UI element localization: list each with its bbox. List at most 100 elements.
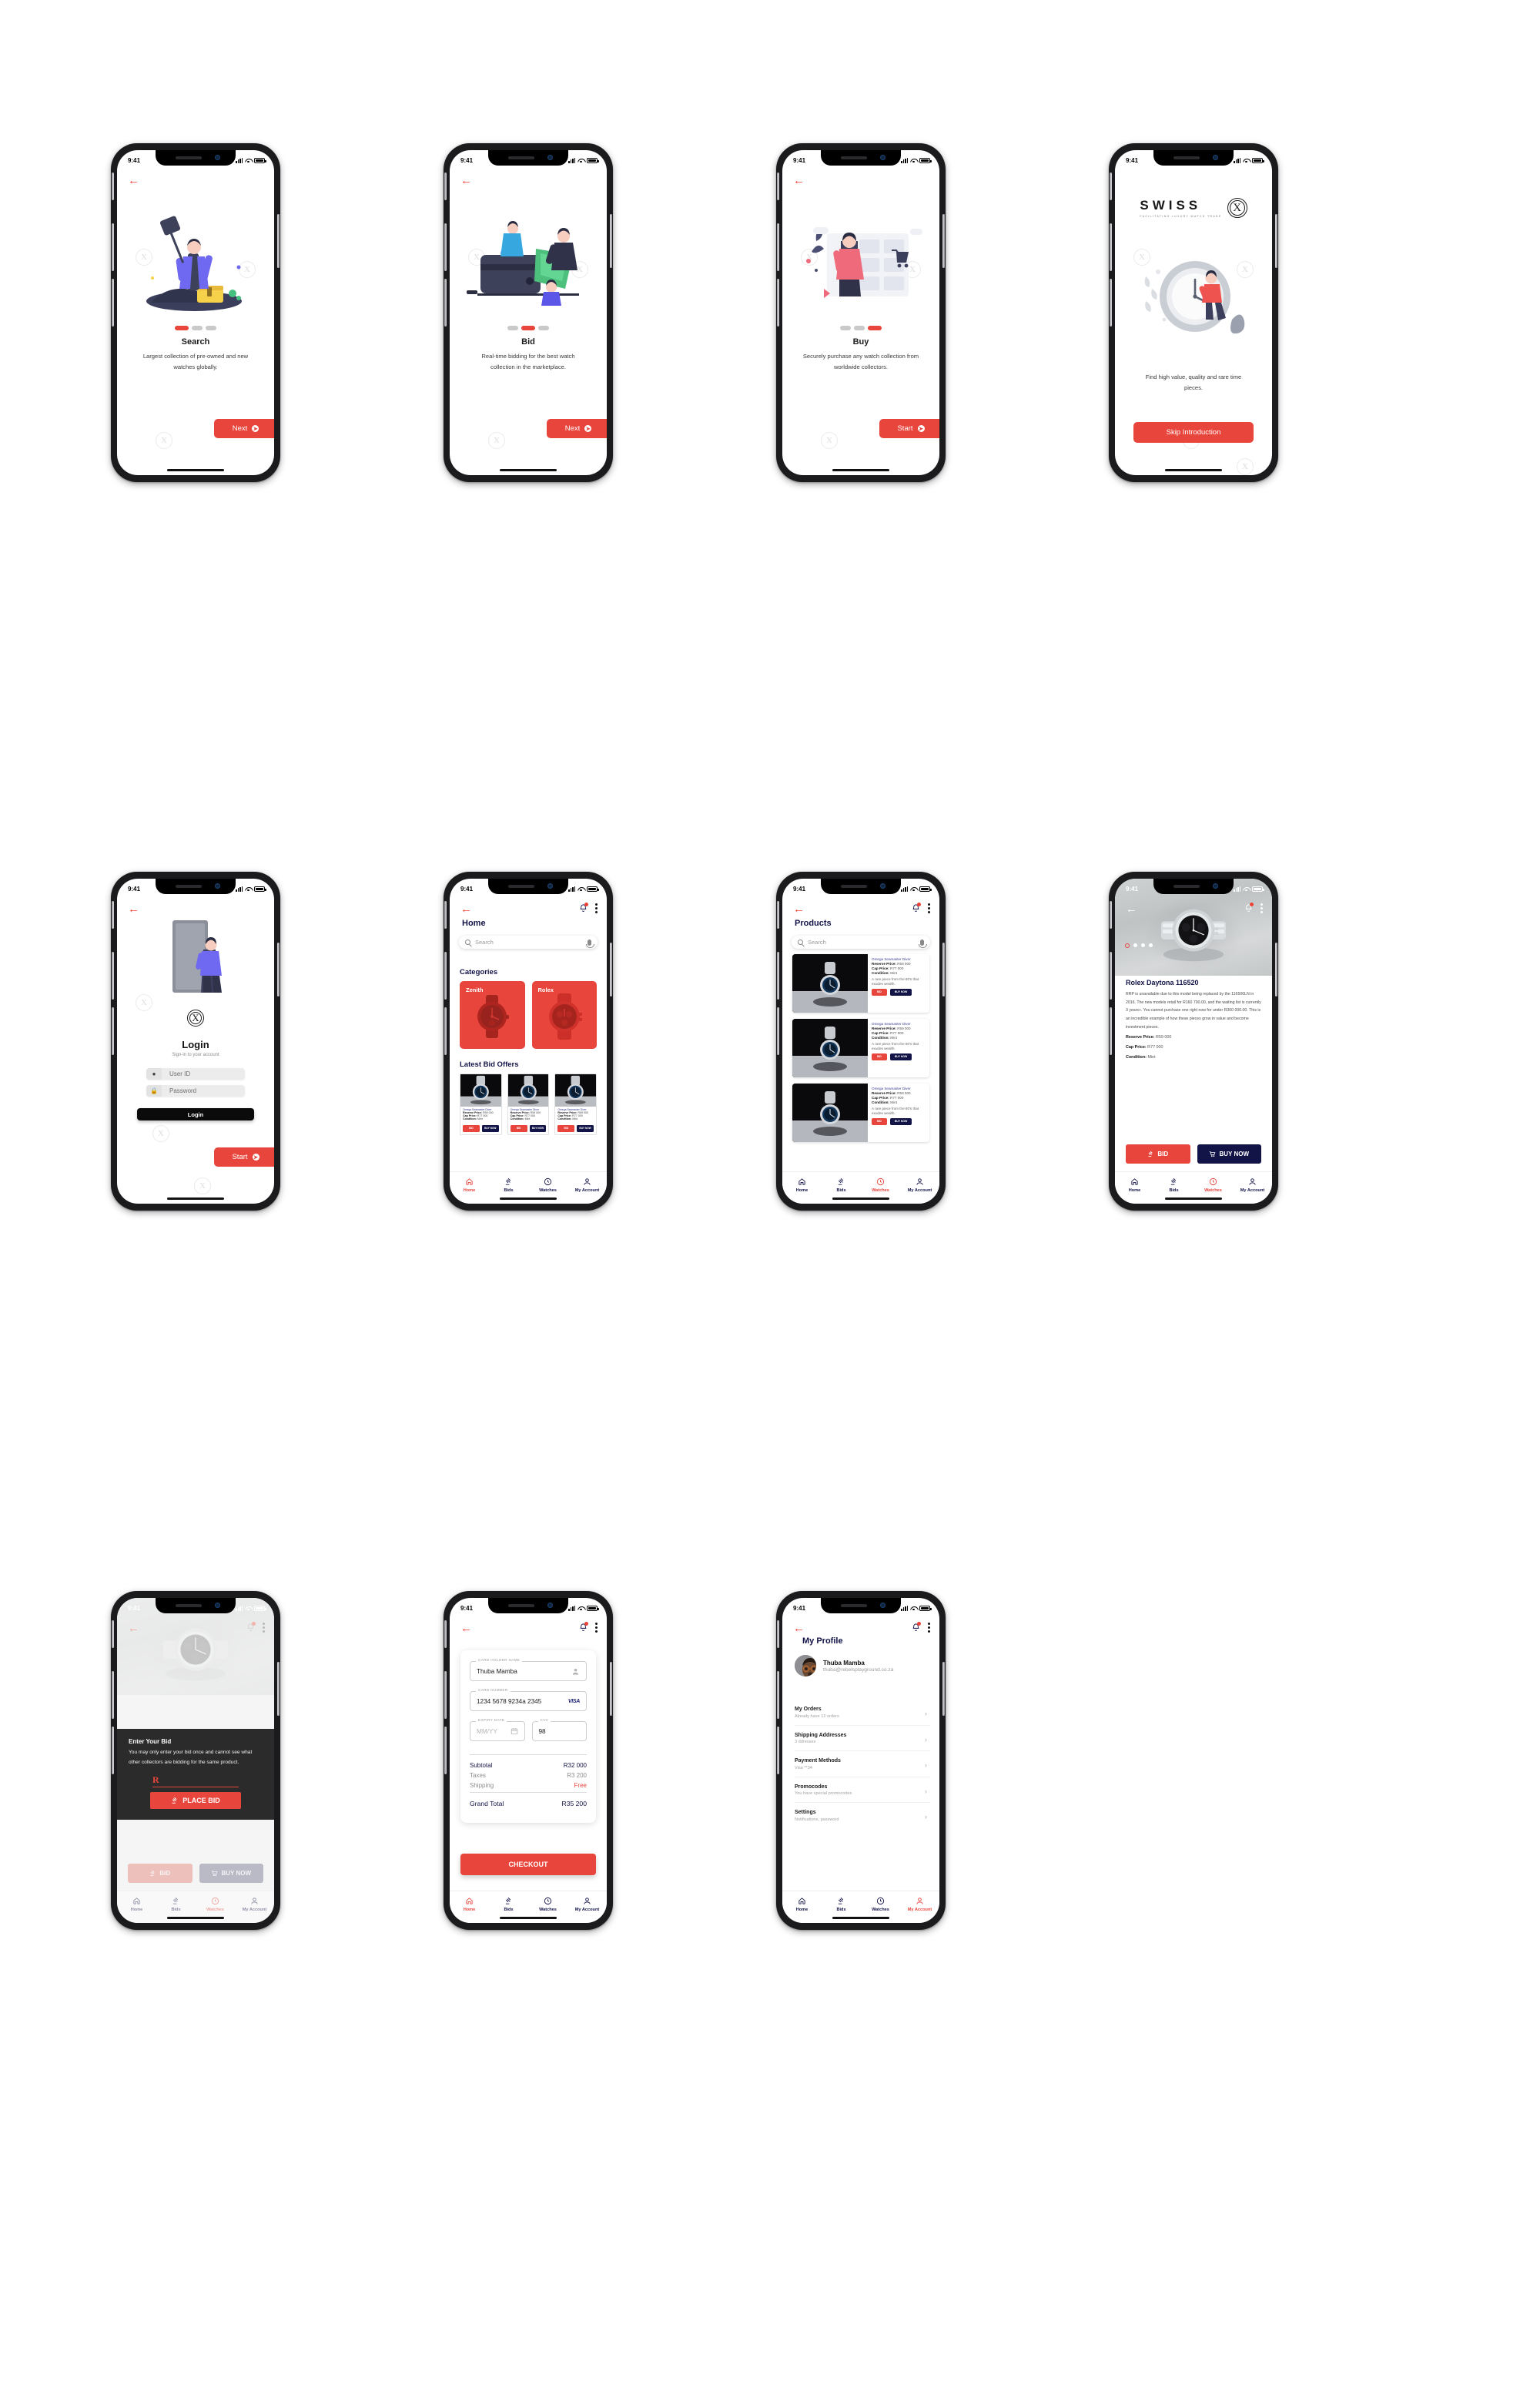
- buy-now-button[interactable]: BUY NOW: [1197, 1144, 1261, 1164]
- login-submit-button[interactable]: Login: [137, 1108, 254, 1120]
- bid-button[interactable]: BID: [872, 1053, 887, 1060]
- buy-now-button[interactable]: BUY NOW: [889, 1053, 912, 1060]
- tab-my-account[interactable]: My Account: [235, 1891, 274, 1917]
- bid-amount-input[interactable]: R: [152, 1774, 239, 1787]
- buy-now-button[interactable]: BUY NOW: [889, 988, 912, 996]
- card-holder-field[interactable]: CARD HOLDER NAME Thuba Mamba: [470, 1658, 587, 1681]
- tab-my-account[interactable]: My Account: [1233, 1172, 1272, 1197]
- tab-my-account[interactable]: My Account: [900, 1172, 939, 1197]
- search-input[interactable]: Search: [459, 936, 598, 949]
- overflow-menu-icon[interactable]: [928, 903, 930, 913]
- bid-offer-card[interactable]: Omega Seamaster Diver Reserve Price: R59…: [554, 1074, 598, 1135]
- tab-my-account[interactable]: My Account: [567, 1891, 607, 1917]
- back-arrow-icon[interactable]: ←: [793, 175, 805, 186]
- tab-label: Home: [463, 1187, 476, 1193]
- page-dots[interactable]: [117, 326, 274, 330]
- notifications-bell-icon[interactable]: [579, 903, 588, 913]
- overflow-menu-icon[interactable]: [595, 903, 598, 913]
- bid-button[interactable]: BID: [872, 1117, 887, 1125]
- user-id-input[interactable]: ● User ID: [146, 1068, 245, 1080]
- back-arrow-icon[interactable]: ←: [128, 175, 139, 186]
- category-card-rolex[interactable]: Rolex: [531, 981, 597, 1049]
- tab-home[interactable]: Home: [450, 1172, 489, 1197]
- tab-watches[interactable]: Watches: [861, 1172, 900, 1197]
- next-button[interactable]: Next ➤: [214, 419, 274, 438]
- tab-watches[interactable]: Watches: [1194, 1172, 1233, 1197]
- microphone-icon[interactable]: [919, 939, 927, 948]
- profile-row-shipping-addresses[interactable]: Shipping Addresses 3 ddresses ›: [795, 1726, 930, 1751]
- page-title: Home: [462, 919, 486, 928]
- back-arrow-icon[interactable]: ←: [460, 175, 472, 186]
- tab-home[interactable]: Home: [450, 1891, 489, 1917]
- profile-row-my-orders[interactable]: My Orders Already have 12 orders ›: [795, 1700, 930, 1726]
- skip-introduction-button[interactable]: Skip Introduction: [1133, 422, 1254, 443]
- condition-label: Condition:: [463, 1117, 477, 1120]
- bid-button[interactable]: BID: [557, 1125, 575, 1132]
- bid-button[interactable]: BID: [463, 1125, 480, 1132]
- product-row[interactable]: Omega Seamaster Diver Reserve Price: R59…: [792, 954, 929, 1013]
- user-id-placeholder: User ID: [169, 1070, 191, 1077]
- condition-label: Condition:: [872, 1036, 889, 1040]
- tab-bids[interactable]: Bids: [822, 1891, 861, 1917]
- overflow-menu-icon[interactable]: [928, 1622, 930, 1633]
- search-input[interactable]: Search: [792, 936, 930, 949]
- tab-my-account[interactable]: My Account: [900, 1891, 939, 1917]
- tab-home[interactable]: Home: [117, 1891, 156, 1917]
- notifications-bell-icon[interactable]: [1244, 903, 1254, 913]
- image-carousel-dots[interactable]: [1125, 943, 1153, 948]
- bid-offer-card[interactable]: Omega Seamaster Diver Reserve Price: R59…: [507, 1074, 550, 1135]
- overflow-menu-icon[interactable]: [595, 1622, 598, 1633]
- tab-bids[interactable]: Bids: [489, 1172, 528, 1197]
- microphone-icon[interactable]: [586, 939, 594, 948]
- tab-home[interactable]: Home: [782, 1172, 822, 1197]
- category-label: Zenith: [466, 986, 484, 993]
- buy-now-button[interactable]: BUY NOW: [577, 1125, 594, 1132]
- avatar: [795, 1655, 816, 1676]
- buy-now-button[interactable]: BUY NOW: [529, 1125, 547, 1132]
- expiry-date-field[interactable]: EXPIRY DATE MM/YY: [470, 1718, 525, 1741]
- product-row[interactable]: Omega Seamaster Diver Reserve Price: R59…: [792, 1084, 929, 1142]
- tab-bids[interactable]: Bids: [822, 1172, 861, 1197]
- tab-my-account[interactable]: My Account: [567, 1172, 607, 1197]
- home-indicator: [1165, 1197, 1222, 1200]
- screen-home: 9:41 ← Home Search Categories Zenith Rol…: [450, 879, 607, 1204]
- bid-offer-card[interactable]: Omega Seamaster Diver Reserve Price: R59…: [460, 1074, 502, 1135]
- notifications-bell-icon[interactable]: [246, 1622, 256, 1632]
- checkout-button[interactable]: CHECKOUT: [460, 1854, 596, 1875]
- product-row[interactable]: Omega Seamaster Diver Reserve Price: R59…: [792, 1019, 929, 1077]
- tab-bids[interactable]: Bids: [489, 1891, 528, 1917]
- page-dots[interactable]: [450, 326, 607, 330]
- card-number-field[interactable]: CARD NUMBER 1234 5678 9234a 2345 VISA: [470, 1688, 587, 1711]
- tab-bids[interactable]: Bids: [156, 1891, 196, 1917]
- cvv-field[interactable]: CVV 98: [531, 1718, 587, 1741]
- tab-bids[interactable]: Bids: [1154, 1172, 1194, 1197]
- tab-watches[interactable]: Watches: [861, 1891, 900, 1917]
- place-bid-button[interactable]: PLACE BID: [150, 1791, 241, 1809]
- bid-button[interactable]: BID: [872, 988, 887, 996]
- tab-home[interactable]: Home: [782, 1891, 822, 1917]
- tab-watches[interactable]: Watches: [196, 1891, 235, 1917]
- notifications-bell-icon[interactable]: [912, 1622, 921, 1632]
- start-button[interactable]: Start ➤: [879, 419, 939, 438]
- notifications-bell-icon[interactable]: [579, 1622, 588, 1632]
- next-button[interactable]: Next ➤: [547, 419, 607, 438]
- buy-now-button[interactable]: BUY NOW: [481, 1125, 499, 1132]
- notifications-bell-icon[interactable]: [912, 903, 921, 913]
- overflow-menu-icon[interactable]: [263, 1622, 265, 1633]
- overflow-menu-icon[interactable]: [1260, 903, 1263, 913]
- tab-home[interactable]: Home: [1115, 1172, 1154, 1197]
- page-dots[interactable]: [782, 326, 939, 330]
- tab-watches[interactable]: Watches: [528, 1172, 567, 1197]
- bid-button[interactable]: BID: [510, 1125, 527, 1132]
- buy-now-button[interactable]: BUY NOW: [889, 1117, 912, 1125]
- gavel-icon: [838, 1897, 844, 1904]
- tab-watches[interactable]: Watches: [528, 1891, 567, 1917]
- start-button[interactable]: Start ➤: [214, 1147, 274, 1167]
- profile-row-payment-methods[interactable]: Payment Methods Visa **34 ›: [795, 1751, 930, 1777]
- back-arrow-icon[interactable]: ←: [128, 903, 139, 915]
- profile-row-settings[interactable]: Settings Notifications, password ›: [795, 1803, 930, 1828]
- category-card-zenith[interactable]: Zenith: [460, 981, 525, 1049]
- password-input[interactable]: 🔒 Password: [146, 1085, 245, 1097]
- profile-row-promocodes[interactable]: Promocodes You have special promocodes ›: [795, 1777, 930, 1803]
- bid-button[interactable]: BID: [1126, 1144, 1190, 1164]
